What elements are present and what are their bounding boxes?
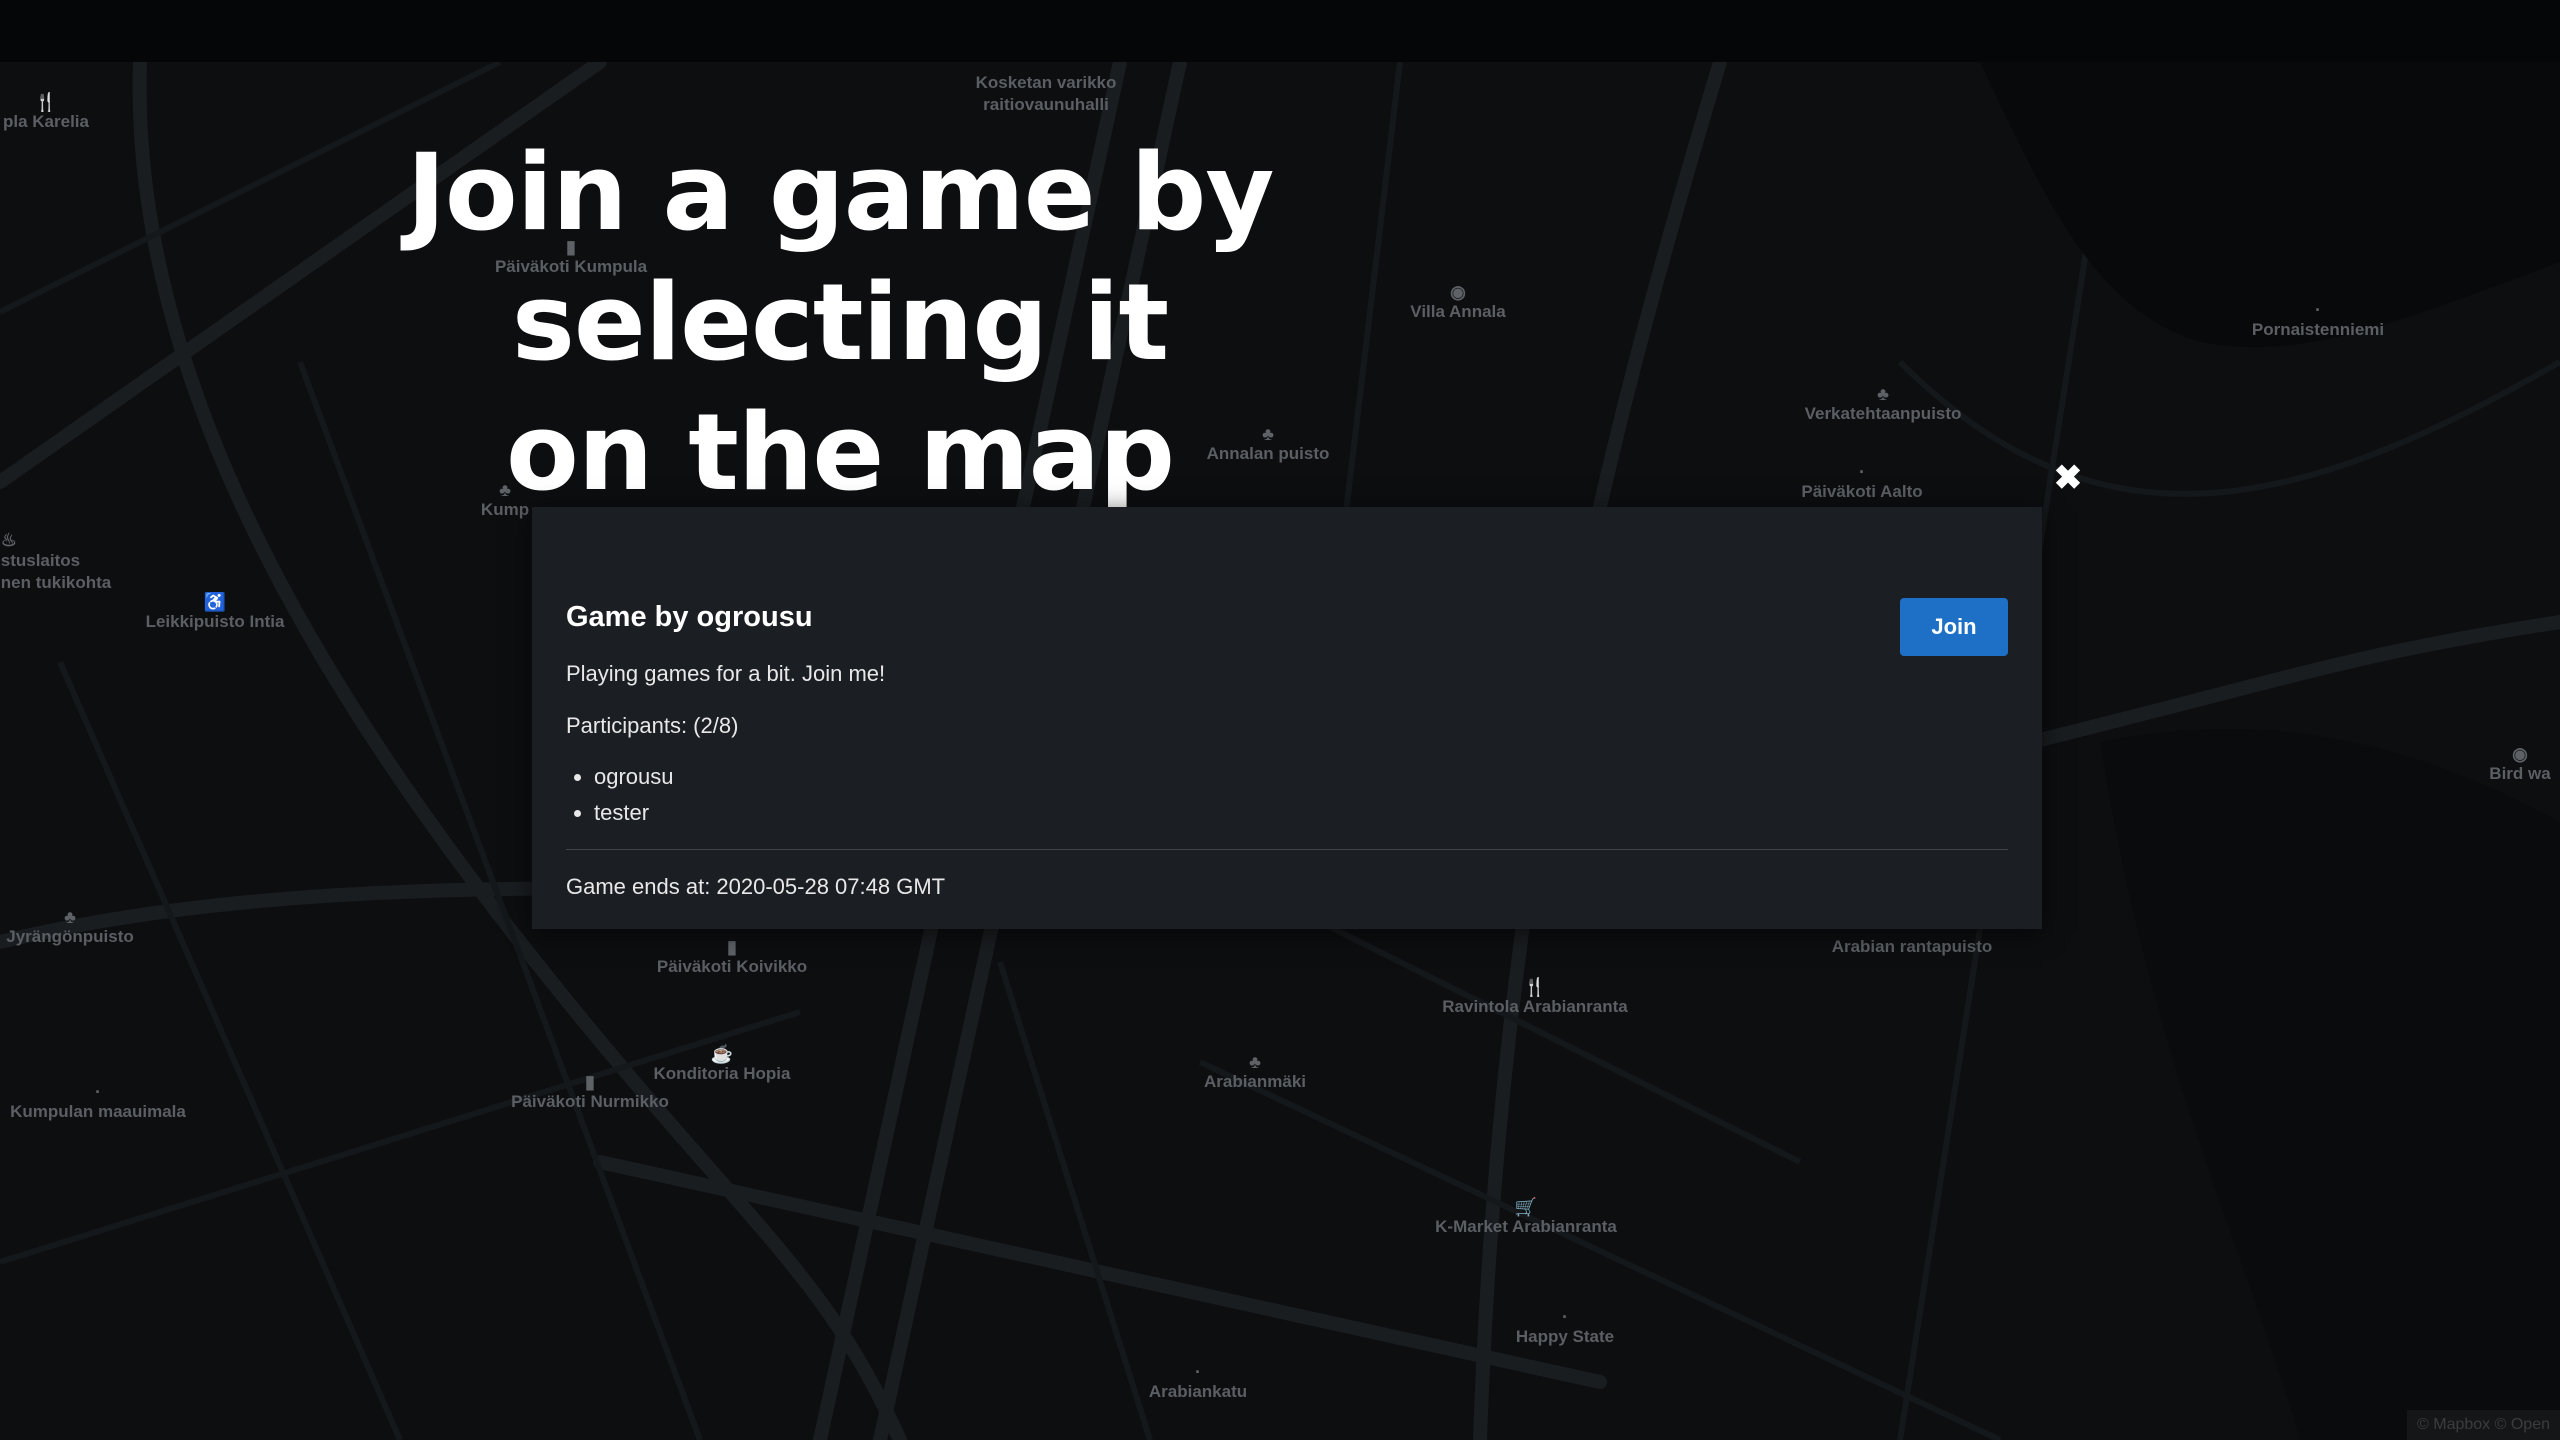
playground-icon: ♿	[203, 592, 227, 612]
map-place-label: · Pornaistenniemi	[2251, 300, 2385, 339]
join-button[interactable]: Join	[1900, 598, 2008, 656]
map-place-label: ☕ Konditoria Hopia	[653, 1044, 791, 1083]
map-place-label: · Kumpulan maauimala	[10, 1082, 186, 1121]
game-details-modal: Game by ogrousu Join Playing games for a…	[532, 507, 2042, 929]
close-icon[interactable]: ✖	[2050, 460, 2086, 496]
camera-icon: ◉	[2512, 744, 2528, 764]
map-place-label: ♣ Arabianmäki	[1203, 1052, 1307, 1091]
map-place-label: ♣ Jyrängönpuisto	[6, 907, 134, 946]
map-place-label: ▮ Päiväkoti Koivikko	[656, 937, 808, 976]
headline-line-2: on the map	[506, 391, 1175, 514]
map-place-label: Kosketan varikko raitiovaunuhalli	[975, 73, 1117, 114]
park-icon: ♣	[64, 907, 76, 927]
restaurant-icon: 🍴	[34, 92, 58, 112]
map-place-label: · Arabiankatu	[1148, 1362, 1248, 1401]
game-end-time: Game ends at: 2020-05-28 07:48 GMT	[566, 874, 946, 899]
map-place-label: · Päiväkoti Aalto	[1801, 462, 1923, 501]
participant-item: ogrousu	[594, 759, 2008, 795]
map-place-label: · Happy State	[1515, 1307, 1615, 1346]
park-icon: ♣	[1249, 1052, 1261, 1072]
map-place-label: 🛒 K-Market Arabianranta	[1435, 1197, 1617, 1236]
school-icon: ▮	[727, 937, 737, 957]
participants-list: ogrousu tester	[566, 759, 2008, 831]
cafe-icon: ☕	[710, 1044, 734, 1064]
page-headline: Join a game by selecting it on the map	[140, 128, 1540, 518]
participants-label: Participants: (2/8)	[566, 713, 739, 738]
fire-station-icon: ♨	[0, 530, 17, 550]
park-icon: ♣	[1877, 384, 1889, 404]
map-place-label: ♿ Leikkipuisto Intia	[145, 592, 285, 631]
game-description: Playing games for a bit. Join me!	[566, 661, 886, 686]
game-title: Game by ogrousu	[566, 601, 813, 633]
map-place-label: Arabian rantapuisto	[1831, 937, 1993, 956]
map-place-label: ♨ stuslaitos nen tukikohta	[0, 530, 112, 592]
headline-line-1: Join a game by selecting it	[406, 131, 1274, 384]
map-place-label: ◉ Bird wa	[2489, 744, 2551, 783]
restaurant-icon: 🍴	[1523, 977, 1547, 997]
map-place-label: 🍴 pla Karelia	[3, 92, 89, 131]
shop-icon: 🛒	[1514, 1197, 1538, 1217]
map-place-label: ▮ Päiväkoti Nurmikko	[511, 1072, 669, 1111]
participant-item: tester	[594, 795, 2008, 831]
map-attribution[interactable]: © Mapbox © Open	[2407, 1410, 2560, 1440]
school-icon: ▮	[585, 1072, 595, 1092]
map-place-label: ♣ Verkatehtaanpuisto	[1804, 384, 1962, 423]
map-place-label: 🍴 Ravintola Arabianranta	[1442, 977, 1628, 1016]
divider	[566, 849, 2008, 850]
